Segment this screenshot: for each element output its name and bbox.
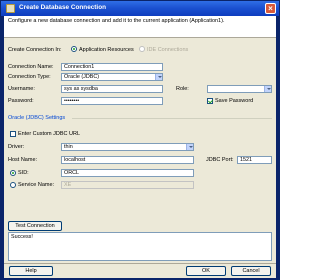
bottom-divider: [4, 263, 276, 264]
host-name-label: Host Name:: [8, 157, 38, 163]
password-input[interactable]: ••••••••: [61, 97, 163, 105]
role-select[interactable]: [207, 85, 272, 93]
save-password-label: Save Password: [215, 98, 254, 104]
save-password-checkbox[interactable]: [207, 98, 213, 104]
close-icon: ×: [268, 4, 273, 13]
connection-name-input[interactable]: Connection1: [61, 63, 163, 71]
password-label: Password:: [8, 98, 34, 104]
radio-sid[interactable]: [10, 170, 16, 176]
username-input[interactable]: sys as sysdba: [61, 85, 163, 93]
username-label: Username:: [8, 86, 35, 92]
driver-select[interactable]: thin: [61, 143, 194, 151]
connection-type-label: Connection Type:: [8, 74, 51, 80]
sid-input[interactable]: ORCL: [61, 169, 194, 177]
ide-connections-label: IDE Connections: [147, 47, 189, 53]
driver-value: thin: [64, 144, 73, 150]
chevron-down-icon: [186, 144, 193, 150]
help-button[interactable]: Help: [9, 266, 53, 276]
connection-type-value: Oracle (JDBC): [64, 74, 100, 80]
close-button[interactable]: ×: [265, 3, 276, 14]
host-name-input[interactable]: localhost: [61, 156, 194, 164]
connection-name-label: Connection Name:: [8, 64, 54, 70]
connection-type-select[interactable]: Oracle (JDBC): [61, 73, 163, 81]
driver-label: Driver:: [8, 144, 25, 150]
title-bar[interactable]: Create Database Connection ×: [1, 1, 279, 16]
service-name-label: Service Name:: [18, 182, 55, 188]
ok-button[interactable]: OK: [186, 266, 226, 276]
sid-label: SID:: [18, 170, 29, 176]
section-divider: [72, 118, 272, 119]
custom-jdbc-url-checkbox[interactable]: [10, 131, 16, 137]
service-name-input[interactable]: XE: [61, 181, 194, 189]
dialog-window: Create Database Connection × Configure a…: [0, 0, 280, 280]
jdbc-port-label: JDBC Port:: [206, 157, 234, 163]
dialog-body: Configure a new database connection and …: [4, 16, 276, 278]
banner: Configure a new database connection and …: [4, 16, 276, 38]
role-label: Role:: [176, 86, 189, 92]
status-area: Success!: [8, 232, 272, 261]
create-in-label: Create Connection In:: [8, 47, 62, 53]
test-connection-button[interactable]: Test Connection: [8, 221, 62, 231]
oracle-settings-title: Oracle (JDBC) Settings: [8, 115, 66, 121]
window-title: Create Database Connection: [19, 4, 107, 11]
radio-service-name[interactable]: [10, 182, 16, 188]
radio-ide-connections[interactable]: [139, 46, 145, 52]
custom-jdbc-url-label: Enter Custom JDBC URL: [18, 131, 81, 137]
banner-text: Configure a new database connection and …: [8, 18, 225, 24]
application-resources-label: Application Resources: [79, 47, 134, 53]
cancel-button[interactable]: Cancel: [231, 266, 271, 276]
radio-application-resources[interactable]: [71, 46, 77, 52]
chevron-down-icon: [264, 86, 271, 92]
jdbc-port-input[interactable]: 1521: [237, 156, 272, 164]
chevron-down-icon: [155, 74, 162, 80]
database-icon: [6, 4, 15, 13]
